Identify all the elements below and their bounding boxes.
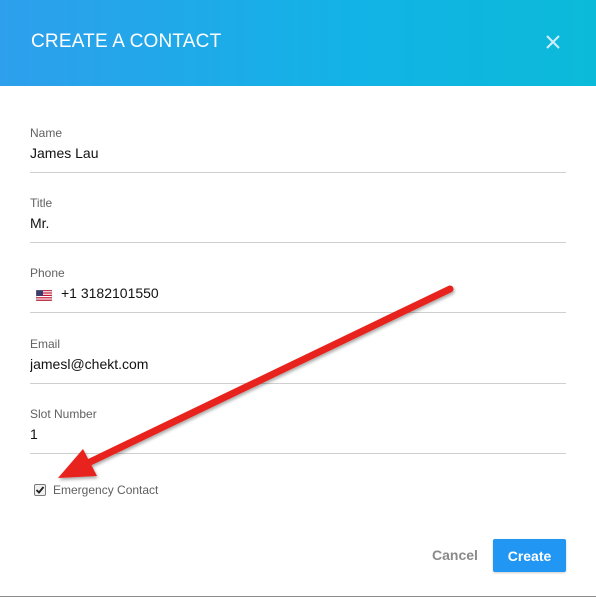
slot-number-label: Slot Number	[30, 407, 97, 421]
title-input[interactable]	[30, 215, 550, 231]
phone-input[interactable]	[61, 285, 551, 301]
email-label: Email	[30, 337, 61, 351]
slot-number-field[interactable]: Slot Number	[30, 407, 566, 454]
name-input[interactable]	[30, 145, 550, 161]
dialog-title: CREATE A CONTACT	[31, 31, 222, 52]
phone-field[interactable]: Phone	[30, 266, 566, 313]
title-label: Title	[30, 196, 53, 210]
name-field[interactable]: Name	[30, 126, 566, 173]
name-label: Name	[30, 126, 63, 140]
emergency-contact-checkbox[interactable]	[34, 484, 46, 496]
create-contact-dialog: CREATE A CONTACT Name Title Phone	[0, 0, 596, 597]
title-field[interactable]: Title	[30, 196, 566, 243]
email-field[interactable]: Email	[30, 337, 566, 384]
close-icon[interactable]	[542, 31, 564, 53]
create-button[interactable]: Create	[493, 539, 566, 572]
us-flag-icon[interactable]	[35, 288, 53, 302]
slot-number-input[interactable]	[30, 426, 550, 442]
emergency-contact-option[interactable]: Emergency Contact	[34, 483, 158, 497]
cancel-button[interactable]: Cancel	[423, 539, 487, 571]
phone-label: Phone	[30, 266, 65, 280]
emergency-contact-label: Emergency Contact	[53, 483, 159, 497]
dialog-header: CREATE A CONTACT	[0, 0, 596, 86]
email-input[interactable]	[30, 356, 550, 372]
